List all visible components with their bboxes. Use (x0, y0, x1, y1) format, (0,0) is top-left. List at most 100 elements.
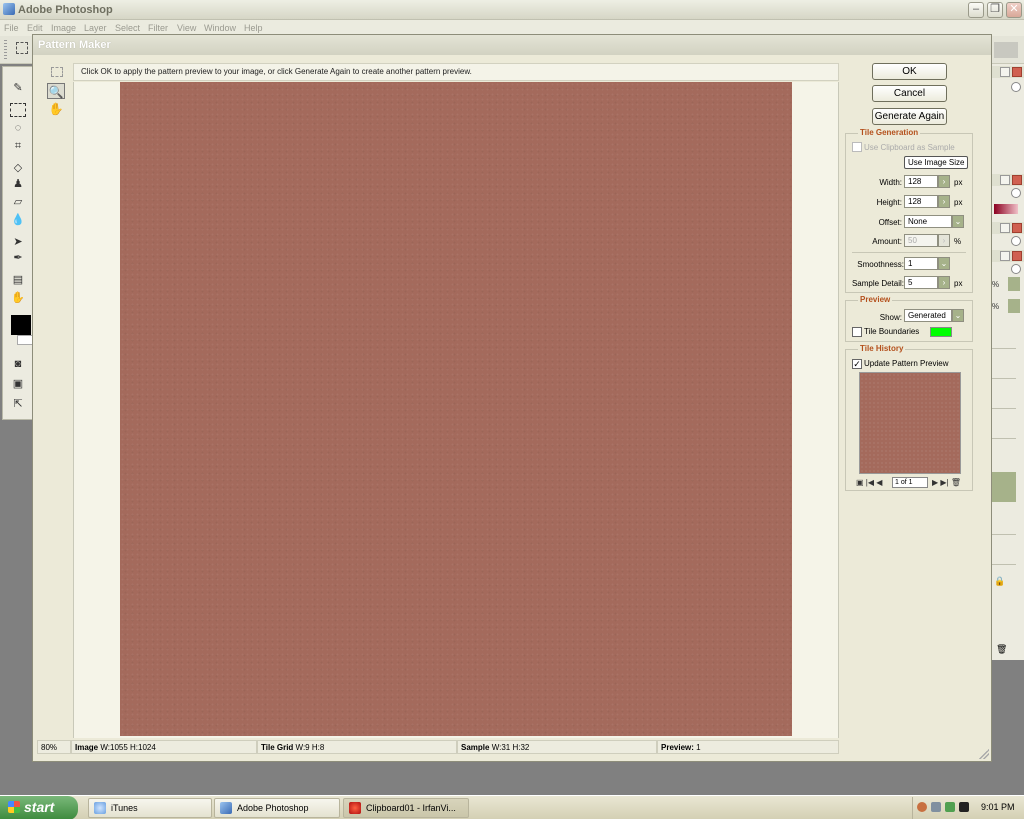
palette-menu-arrow-icon[interactable] (1011, 188, 1021, 198)
tile-boundary-color-swatch[interactable] (930, 327, 952, 337)
stamp-tool-icon[interactable]: ♟ (10, 177, 26, 191)
tile-boundaries-checkbox[interactable] (852, 327, 862, 337)
resize-grip-icon[interactable] (979, 749, 989, 759)
menu-window[interactable]: Window (204, 23, 236, 33)
foreground-color-swatch[interactable] (11, 315, 31, 335)
palette-minimize-icon[interactable] (1000, 175, 1010, 185)
pattern-maker-dialog: Pattern Maker 🔍 ✋ Click OK to apply the … (32, 34, 992, 762)
security-icon[interactable] (945, 802, 955, 812)
palette-close-icon[interactable] (1012, 251, 1022, 261)
history-next-icons[interactable]: ▶ ▶| 🗑 (932, 478, 961, 487)
palette-menu-arrow-icon[interactable] (1011, 236, 1021, 246)
lock-icon: 🔒 (994, 576, 1006, 586)
menu-view[interactable]: View (177, 23, 196, 33)
status-image-value: W:1055 H:1024 (100, 743, 156, 752)
use-image-size-button[interactable]: Use Image Size (904, 156, 969, 169)
offset-select[interactable]: None (904, 215, 952, 228)
ok-button[interactable]: OK (872, 63, 947, 80)
palette-menu-arrow-icon[interactable] (1011, 264, 1021, 274)
update-preview-checkbox[interactable]: ✓ (852, 359, 862, 369)
eraser-tool-icon[interactable]: ▱ (10, 195, 26, 209)
hand-tool-icon[interactable]: ✋ (10, 291, 26, 305)
menu-file[interactable]: File (4, 23, 19, 33)
offset-dropdown-icon[interactable]: ⌄ (952, 215, 964, 228)
task-irfanview[interactable]: Clipboard01 - IrfanVi... (343, 798, 469, 818)
opacity-arrow-button[interactable] (1008, 277, 1020, 291)
preview-group: Preview Show: Generated ⌄ Tile Boundarie… (845, 295, 973, 342)
palette-minimize-icon[interactable] (1000, 251, 1010, 261)
color-ramp[interactable] (994, 204, 1018, 214)
zoom-icon[interactable]: 🔍 (47, 83, 65, 99)
sample-detail-input[interactable]: 5 (904, 276, 938, 289)
photoshop-icon (220, 802, 232, 814)
network-icon[interactable] (931, 802, 941, 812)
quick-mask-icon[interactable]: ◙ (10, 357, 26, 371)
menu-layer[interactable]: Layer (84, 23, 107, 33)
restore-button[interactable]: ❐ (987, 2, 1003, 18)
palette-header-3 (992, 222, 1024, 234)
trash-icon[interactable]: 🗑 (996, 644, 1007, 655)
blur-tool-icon[interactable]: 💧 (10, 213, 26, 227)
use-clipboard-checkbox[interactable] (852, 142, 862, 152)
status-sample-value: W:31 H:32 (491, 743, 530, 752)
width-arrow-button[interactable]: › (938, 175, 950, 188)
fill-arrow-button[interactable] (1008, 299, 1020, 313)
notes-tool-icon[interactable]: ▤ (10, 273, 26, 287)
windows-flag-icon (8, 801, 20, 813)
menu-edit[interactable]: Edit (27, 23, 43, 33)
menu-image[interactable]: Image (51, 23, 76, 33)
palette-menu-arrow-icon[interactable] (1011, 82, 1021, 92)
background-color-swatch[interactable] (17, 335, 33, 345)
tray-expand-icon[interactable] (917, 802, 927, 812)
amount-input[interactable]: 50 (904, 234, 938, 247)
screen-mode-icon[interactable]: ▣ (10, 377, 26, 391)
options-grip[interactable] (4, 40, 7, 60)
task-itunes[interactable]: iTunes (88, 798, 212, 818)
palette-close-icon[interactable] (1012, 67, 1022, 77)
history-page-field[interactable]: 1 of 1 (892, 477, 928, 488)
jump-to-imageready-icon[interactable]: ⇱ (10, 397, 26, 411)
close-button[interactable]: ✕ (1006, 2, 1022, 18)
menu-help[interactable]: Help (244, 23, 263, 33)
height-input[interactable]: 128 (904, 195, 938, 208)
palette-minimize-icon[interactable] (1000, 67, 1010, 77)
show-dropdown-icon[interactable]: ⌄ (952, 309, 964, 322)
palette-close-icon[interactable] (1012, 175, 1022, 185)
width-unit: px (954, 178, 963, 187)
tile-history-thumbnail[interactable] (859, 372, 961, 474)
pattern-preview[interactable] (120, 82, 792, 736)
amount-arrow-button[interactable]: › (938, 234, 950, 247)
path-select-tool-icon[interactable]: ➤ (10, 235, 26, 249)
start-button[interactable]: start (0, 796, 78, 819)
rect-marquee-tool-icon[interactable] (10, 103, 26, 117)
rect-marquee-icon[interactable] (51, 67, 63, 77)
healing-tool-icon[interactable]: ◇ (10, 161, 26, 175)
layer-row-selected[interactable] (992, 472, 1016, 502)
height-arrow-button[interactable]: › (938, 195, 950, 208)
status-tile-grid: Tile Grid W:9 H:8 (257, 740, 457, 754)
lasso-tool-icon[interactable]: ◌ (10, 121, 26, 135)
history-first-icons[interactable]: ▣ |◀ ◀ (856, 478, 882, 487)
smoothness-select[interactable]: 1 (904, 257, 938, 270)
task-photoshop[interactable]: Adobe Photoshop (214, 798, 340, 818)
clock: 9:01 PM (981, 802, 1015, 812)
palette-close-icon[interactable] (1012, 223, 1022, 233)
pen-tool-icon[interactable]: ✒ (10, 251, 26, 265)
tile-boundaries-label: Tile Boundaries (864, 327, 920, 336)
palette-minimize-icon[interactable] (1000, 223, 1010, 233)
marquee-option-icon[interactable] (16, 42, 28, 54)
right-palettes: % % 🔒 🗑 (991, 64, 1024, 660)
generate-again-button[interactable]: Generate Again (872, 108, 947, 125)
preview-area[interactable] (73, 82, 839, 738)
hand-icon[interactable]: ✋ (47, 101, 65, 117)
crop-tool-icon[interactable]: ⌗ (10, 139, 26, 153)
cancel-button[interactable]: Cancel (872, 85, 947, 102)
menu-filter[interactable]: Filter (148, 23, 168, 33)
smoothness-dropdown-icon[interactable]: ⌄ (938, 257, 950, 270)
minimize-button[interactable]: – (968, 2, 984, 18)
sample-detail-arrow-button[interactable]: › (938, 276, 950, 289)
menu-select[interactable]: Select (115, 23, 140, 33)
width-input[interactable]: 128 (904, 175, 938, 188)
show-select[interactable]: Generated (904, 309, 952, 322)
tray-app-icon[interactable] (959, 802, 969, 812)
